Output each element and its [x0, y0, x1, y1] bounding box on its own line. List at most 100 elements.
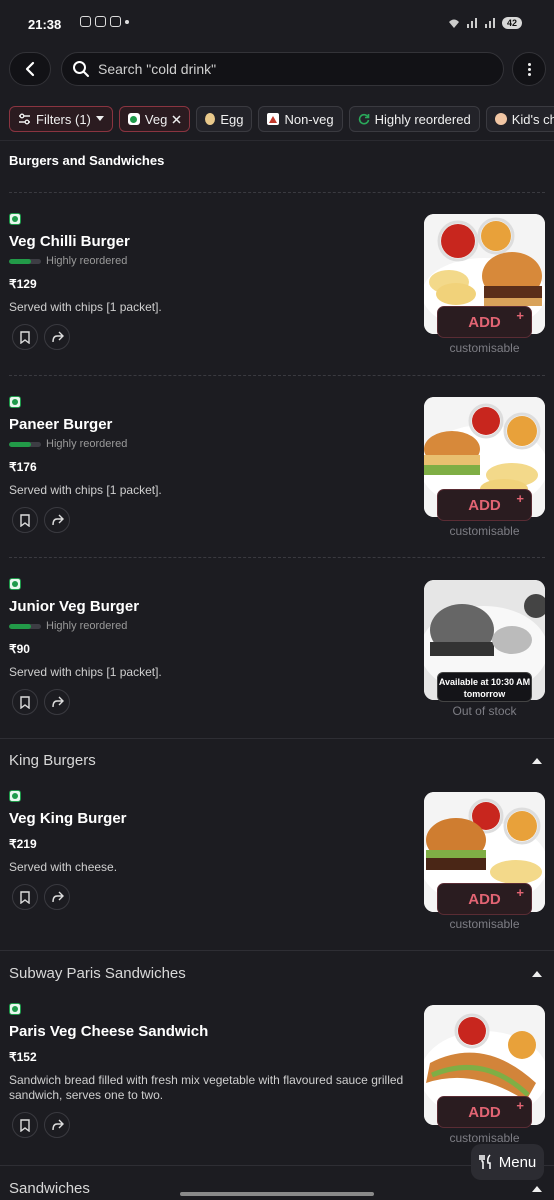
bookmark-button[interactable] [12, 689, 38, 715]
non-veg-icon [267, 113, 280, 125]
item-actions [12, 507, 70, 533]
highly-reordered-chip-label: Highly reordered [374, 111, 471, 127]
refresh-icon [358, 113, 369, 125]
divider [0, 738, 554, 739]
add-button[interactable]: ADD + [437, 1096, 532, 1128]
collapse-icon[interactable] [532, 971, 542, 977]
non-veg-chip[interactable]: Non-veg [258, 106, 343, 132]
search-input[interactable]: Search "cold drink" [61, 52, 504, 86]
bookmark-button[interactable] [12, 1112, 38, 1138]
reorder-bar-fill [9, 258, 32, 264]
bookmark-button[interactable] [12, 324, 38, 350]
out-of-stock-label: Out of stock [452, 704, 517, 718]
home-indicator[interactable] [180, 1192, 374, 1196]
plus-icon: + [516, 885, 524, 900]
filter-chips: Filters (1) Veg Egg Non-veg Highly reord… [9, 106, 554, 132]
non-veg-chip-label: Non-veg [284, 111, 334, 127]
menu-button[interactable]: Menu [471, 1144, 544, 1180]
plus-icon: + [516, 1098, 524, 1113]
share-button[interactable] [44, 1112, 70, 1138]
kids-choice-chip-label: Kid's ch [511, 111, 554, 127]
share-icon [51, 331, 64, 343]
plus-icon: + [516, 491, 524, 506]
item-name: Veg King Burger [9, 810, 127, 827]
item-name: Paneer Burger [9, 416, 113, 433]
veg-icon [9, 578, 21, 590]
top-bar: Search "cold drink" [0, 52, 554, 86]
plus-icon: + [516, 308, 524, 323]
item-price: ₹90 [9, 642, 30, 656]
item-description: Sandwich bread filled with fresh mix veg… [9, 1073, 404, 1102]
item-name: Junior Veg Burger [9, 598, 140, 615]
section-title[interactable]: King Burgers [9, 752, 96, 769]
filters-chip[interactable]: Filters (1) [9, 106, 113, 132]
menu-button-label: Menu [498, 1153, 537, 1171]
add-button[interactable]: ADD + [437, 489, 532, 521]
back-button[interactable] [9, 52, 51, 86]
add-button-label: ADD [468, 890, 501, 908]
filters-chip-label: Filters (1) [36, 111, 91, 127]
customisable-label: customisable [449, 1131, 520, 1145]
veg-icon [9, 790, 21, 802]
add-button-label: ADD [468, 496, 501, 514]
share-icon [51, 1119, 64, 1131]
share-button[interactable] [44, 324, 70, 350]
share-button[interactable] [44, 884, 70, 910]
reorder-label: Highly reordered [46, 255, 128, 267]
collapse-icon[interactable] [532, 1186, 542, 1192]
item-price: ₹176 [9, 460, 37, 474]
divider [0, 140, 554, 141]
item-price: ₹152 [9, 1050, 37, 1064]
highly-reordered-chip[interactable]: Highly reordered [348, 106, 480, 132]
more-options-button[interactable] [512, 52, 546, 86]
section-title[interactable]: Subway Paris Sandwiches [9, 965, 186, 982]
item-actions [12, 324, 70, 350]
add-button[interactable]: ADD + [437, 883, 532, 915]
close-icon[interactable] [172, 114, 181, 124]
reorder-bar-fill [9, 623, 32, 629]
item-price: ₹219 [9, 837, 37, 851]
reorder-indicator: Highly reordered [9, 620, 127, 632]
search-icon [73, 61, 89, 77]
bookmark-button[interactable] [12, 884, 38, 910]
signal-icon-2 [484, 18, 495, 28]
customisable-label: customisable [449, 341, 520, 355]
add-button-label: ADD [468, 1103, 501, 1121]
section-title[interactable]: Sandwiches [9, 1180, 90, 1197]
divider [9, 192, 545, 193]
item-description: Served with cheese. [9, 860, 118, 874]
reorder-label: Highly reordered [46, 620, 128, 632]
status-bar: 21:38 42 [0, 0, 554, 50]
sliders-icon [19, 113, 30, 125]
bookmark-icon [20, 330, 30, 344]
cutlery-icon [478, 1154, 491, 1169]
egg-chip[interactable]: Egg [196, 106, 253, 132]
egg-icon [205, 113, 216, 125]
search-placeholder: Search "cold drink" [98, 61, 217, 77]
customisable-label: customisable [449, 917, 520, 931]
more-dot-icon [527, 72, 531, 76]
notification-icons [80, 16, 129, 27]
share-button[interactable] [44, 689, 70, 715]
caret-down-icon [95, 116, 104, 121]
add-button[interactable]: ADD + [437, 306, 532, 338]
share-button[interactable] [44, 507, 70, 533]
customisable-label: customisable [449, 524, 520, 538]
reorder-bar-fill [9, 441, 32, 447]
share-icon [51, 891, 64, 903]
kids-choice-chip[interactable]: Kid's ch [485, 106, 554, 132]
status-right: 42 [448, 17, 522, 29]
camera-icon [95, 16, 106, 27]
bookmark-button[interactable] [12, 507, 38, 533]
divider [0, 950, 554, 951]
veg-icon [9, 1003, 21, 1015]
wifi-icon [448, 19, 459, 28]
reorder-indicator: Highly reordered [9, 255, 127, 267]
reorder-bar [9, 623, 41, 629]
availability-badge: Available at 10:30 AM tomorrow [437, 672, 532, 702]
item-name: Paris Veg Cheese Sandwich [9, 1023, 209, 1040]
veg-chip[interactable]: Veg [118, 106, 191, 132]
collapse-icon[interactable] [532, 758, 542, 764]
status-time: 21:38 [28, 17, 62, 32]
share-icon [51, 696, 64, 708]
